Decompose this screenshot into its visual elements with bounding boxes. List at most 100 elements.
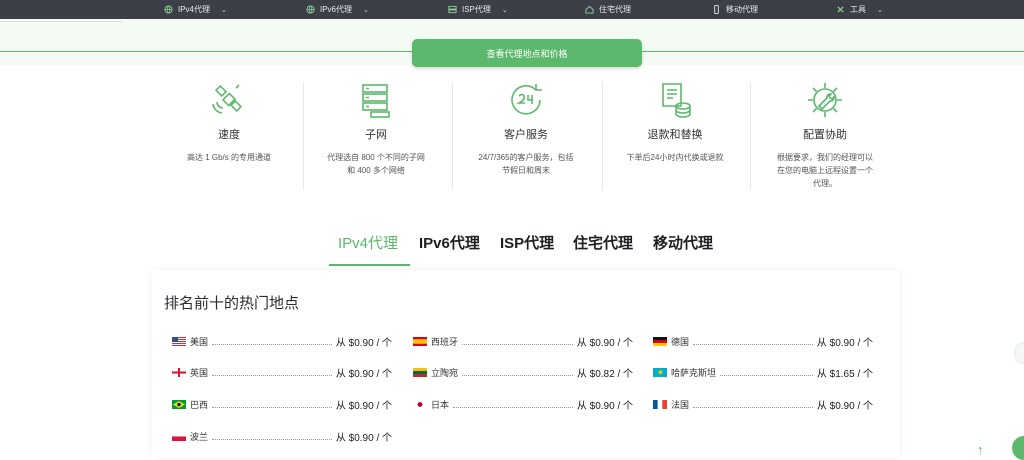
feature-title: 退款和替换 (647, 129, 703, 141)
feature-subnet: 子网 代理选自 800 个不同的子网 和 400 多个网络 (306, 80, 446, 177)
scroll-to-top-icon[interactable]: ↑ (977, 442, 993, 458)
location-name: 立陶宛 (431, 367, 459, 378)
nav-isp[interactable]: ISP代理 ⌄ (448, 0, 508, 19)
location-item-de[interactable]: 德国 从 $0.90 / 个 (653, 334, 873, 349)
tools-icon (837, 6, 844, 13)
tab-isp[interactable]: ISP代理 (500, 232, 554, 253)
feature-title: 配置协助 (803, 129, 847, 141)
tab-mobile[interactable]: 移动代理 (653, 232, 713, 253)
side-scroll-handle[interactable] (1014, 342, 1024, 364)
location-item-es[interactable]: 西班牙 从 $0.90 / 个 (413, 334, 633, 349)
location-name: 美国 (190, 336, 209, 347)
feature-desc-line: 代理选自 800 个不同的子网 (327, 153, 425, 162)
location-item-lt[interactable]: 立陶宛 从 $0.82 / 个 (413, 365, 633, 380)
divider (0, 21, 122, 22)
top-locations-title: 排名前十的热门地点 (164, 295, 300, 312)
lt-flag-icon (413, 367, 427, 377)
server-icon (448, 5, 457, 14)
nav-tools[interactable]: 工具 ⌄ (836, 0, 883, 19)
de-flag-icon (653, 336, 667, 346)
pl-flag-icon (172, 431, 186, 441)
leader-dots (462, 369, 573, 376)
nav-ipv4-label: IPv4代理 (178, 5, 211, 14)
leader-dots (212, 401, 332, 408)
chevron-down-icon: ⌄ (501, 6, 508, 14)
home-icon (585, 5, 594, 14)
location-price: 从 $0.90 / 个 (576, 400, 633, 412)
jp-flag-icon (413, 399, 427, 409)
kz-flag-icon (653, 367, 667, 377)
nav-ipv6[interactable]: IPv6代理 ⌄ (306, 0, 369, 19)
location-price: 从 $0.82 / 个 (576, 368, 633, 380)
nav-ipv6-label: IPv6代理 (320, 5, 353, 14)
location-price: 从 $0.90 / 个 (335, 337, 392, 349)
refund-icon (662, 83, 691, 118)
feature-speed: 速度 高达 1 Gb/s 的专用通道 (159, 80, 299, 164)
chevron-down-icon: ⌄ (221, 6, 227, 14)
es-flag-icon (413, 336, 427, 346)
location-price: 从 $0.90 / 个 (335, 400, 392, 412)
location-item-fr[interactable]: 法国 从 $0.90 / 个 (653, 397, 873, 412)
tab-residential[interactable]: 住宅代理 (573, 232, 633, 253)
location-item-us[interactable]: 美国 从 $0.90 / 个 (172, 334, 392, 349)
satellite-icon (212, 84, 243, 114)
gb-flag-icon (172, 367, 186, 377)
leader-dots (462, 338, 573, 345)
leader-dots (212, 433, 332, 440)
clock-24-icon (511, 84, 542, 115)
globe-icon (306, 5, 315, 14)
divider (750, 82, 751, 190)
gear-wrench-icon (808, 83, 842, 117)
feature-desc-line: 代理。 (813, 179, 837, 188)
location-item-gb[interactable]: 英国 从 $0.90 / 个 (172, 365, 392, 380)
location-name: 法国 (671, 399, 690, 410)
nav-mobile[interactable]: 移动代理 (712, 0, 758, 19)
location-name: 日本 (431, 399, 450, 410)
location-item-pl[interactable]: 波兰 从 $0.90 / 个 (172, 429, 392, 444)
divider (452, 82, 453, 190)
location-name: 西班牙 (431, 336, 459, 347)
leader-dots (693, 338, 813, 345)
feature-desc-line: 下单后24小时内代换或退款 (626, 153, 724, 162)
top-navigation: IPv4代理 ⌄ IPv6代理 ⌄ ISP代理 ⌄ 住宅代理 移动代理 工具 ⌄ (0, 0, 1024, 19)
divider (0, 51, 412, 52)
location-name: 哈萨克斯坦 (671, 367, 717, 378)
leader-dots (212, 369, 332, 376)
tab-ipv4[interactable]: IPv4代理 (338, 232, 398, 253)
feature-support: 客户服务 24/7/365的客户服务，包括 节假日和周末 (456, 80, 596, 177)
location-name: 巴西 (190, 399, 209, 410)
tab-ipv6[interactable]: IPv6代理 (419, 232, 480, 253)
globe-icon (164, 5, 173, 14)
leader-dots (693, 401, 813, 408)
location-item-kz[interactable]: 哈萨克斯坦 从 $1.65 / 个 (653, 365, 873, 380)
feature-desc-line: 和 400 多个网络 (347, 166, 405, 175)
location-price: 从 $0.90 / 个 (576, 337, 633, 349)
chevron-down-icon: ⌄ (363, 6, 369, 14)
location-item-br[interactable]: 巴西 从 $0.90 / 个 (172, 397, 392, 412)
location-price: 从 $0.90 / 个 (816, 337, 873, 349)
divider (602, 82, 603, 190)
feature-description: 代理选自 800 个不同的子网 和 400 多个网络 (306, 151, 446, 177)
feature-desc-line: 节假日和周末 (502, 166, 550, 175)
us-flag-icon (172, 336, 186, 346)
feature-setup-help: 配置协助 根据要求，我们的经理可以 在您的电脑上远程设置一个 代理。 (755, 80, 895, 190)
feature-description: 24/7/365的客户服务，包括 节假日和周末 (456, 151, 596, 177)
view-locations-prices-button[interactable]: 查看代理地点和价格 (412, 39, 642, 67)
nav-ipv4[interactable]: IPv4代理 ⌄ (164, 0, 227, 19)
leader-dots (453, 401, 573, 408)
feature-desc-line: 24/7/365的客户服务，包括 (478, 153, 574, 162)
server-stack-icon (362, 84, 390, 118)
feature-description: 下单后24小时内代换或退款 (605, 151, 745, 164)
feature-title: 速度 (218, 129, 240, 141)
location-name: 波兰 (190, 431, 209, 442)
chevron-down-icon: ⌄ (877, 6, 883, 14)
feature-refund: 退款和替换 下单后24小时内代换或退款 (605, 80, 745, 164)
nav-isp-label: ISP代理 (462, 5, 491, 14)
nav-residential[interactable]: 住宅代理 (585, 0, 631, 19)
proxy-type-tabs: IPv4代理 IPv6代理 ISP代理 住宅代理 移动代理 (0, 232, 1024, 268)
location-item-jp[interactable]: 日本 从 $0.90 / 个 (413, 397, 633, 412)
leader-dots (720, 369, 813, 376)
nav-tools-label: 工具 (850, 5, 866, 14)
chat-button[interactable] (1012, 436, 1024, 460)
feature-title: 客户服务 (504, 129, 548, 141)
